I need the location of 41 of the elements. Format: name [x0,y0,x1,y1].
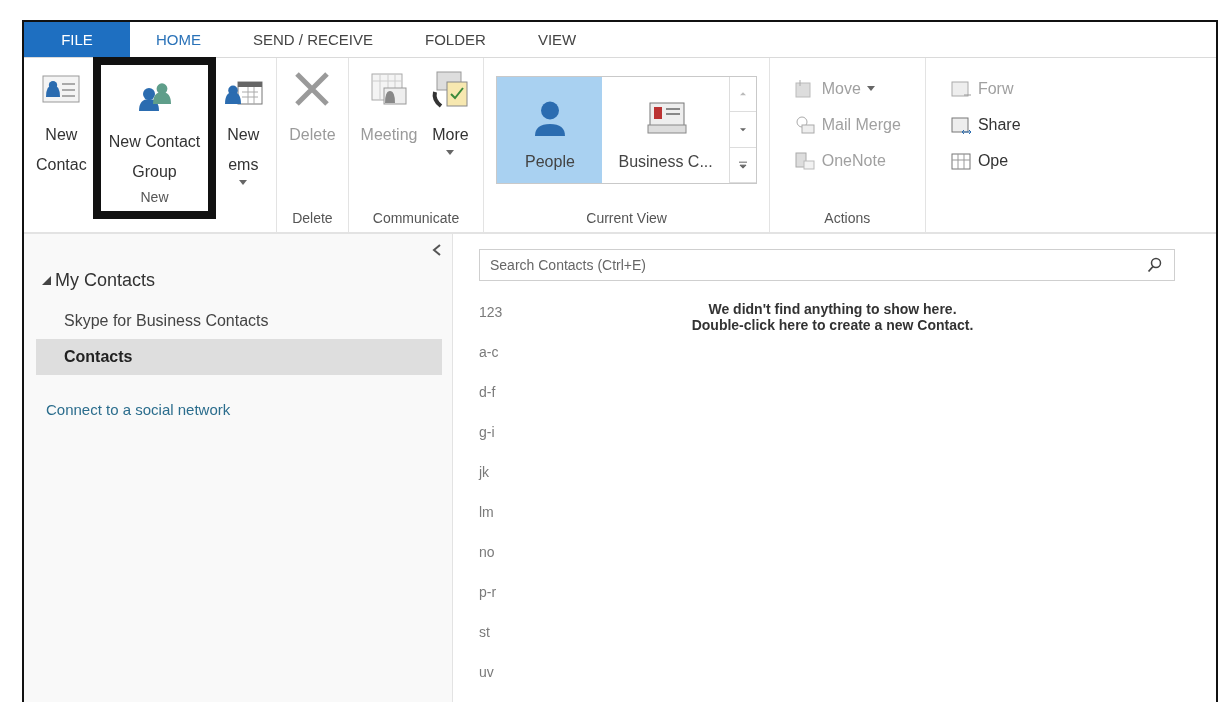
group-label: Delete [291,209,334,228]
group-label: New [139,188,170,207]
collapse-icon [432,244,442,256]
index-letter[interactable]: a-c [479,343,499,361]
ribbon-button[interactable]: New Contact Group [102,65,207,187]
view-option[interactable]: People [497,77,603,183]
index-letter[interactable]: lm [479,503,494,521]
index-letter[interactable]: p-r [479,583,497,601]
group-label: Communicate [371,209,461,228]
ribbon-button[interactable]: New ems [216,58,271,186]
card-share-icon [949,115,972,135]
group-label: Actions [823,209,872,228]
index-letter[interactable]: g-i [479,423,495,441]
expand-arrow-icon[interactable] [42,276,51,285]
ribbon-button[interactable]: New Contac [30,58,93,180]
empty-message: We didn't find anything to show here. [708,301,957,317]
ribbon-button[interactable]: Share [945,110,1025,140]
ribbon-tab[interactable]: FOLDER [399,22,512,57]
search-icon [1147,257,1163,273]
notebook-icon [793,151,816,171]
folder-item[interactable]: Skype for Business Contacts [36,303,442,339]
index-letter[interactable]: no [479,543,495,561]
search-field[interactable]: Search Contacts (Ctrl+E) [479,249,1175,281]
index-letter[interactable]: 123 [479,303,503,321]
ribbon-tab[interactable]: SEND / RECEIVE [227,22,400,57]
index-letter[interactable]: st [479,623,490,641]
group-label: Current View [585,209,668,228]
empty-message: Double-click here to create a new Contact. [691,317,974,333]
calendar-grid-icon [949,151,972,171]
file-tab[interactable]: FILE [24,22,130,57]
index-letter[interactable]: d-f [479,383,496,401]
mail-merge-icon [793,115,816,135]
folder-item[interactable]: Contacts [36,339,442,375]
folder-group-header[interactable]: My Contacts [55,270,156,291]
index-letter[interactable]: jk [479,463,490,481]
ribbon-button[interactable]: More [423,58,478,156]
social-network-link[interactable]: Connect to a social network [46,401,231,418]
ribbon-button[interactable]: Ope [945,146,1025,176]
ribbon-tab[interactable]: HOME [130,22,227,57]
index-letter[interactable]: uv [479,663,494,681]
ribbon-tab[interactable]: VIEW [511,22,603,57]
